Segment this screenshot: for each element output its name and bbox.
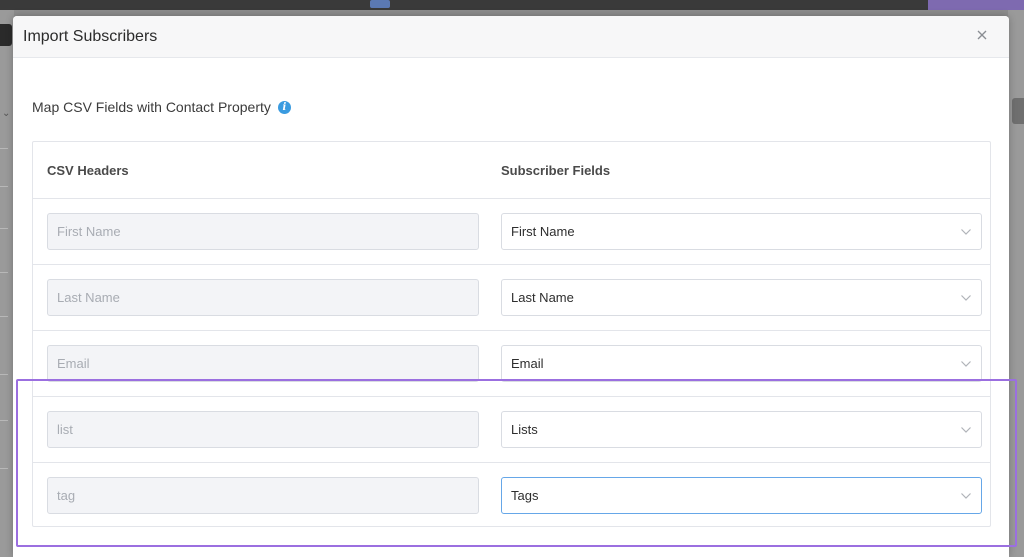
subscriber-field-select-first-name[interactable]: First Name: [501, 213, 982, 250]
subscriber-fields-column-title: Subscriber Fields: [501, 163, 611, 178]
background-divider: [0, 272, 8, 273]
table-header: CSV Headers Subscriber Fields: [33, 142, 990, 199]
csv-header-input-last-name[interactable]: [47, 279, 479, 316]
close-button[interactable]: [975, 28, 989, 42]
subscriber-field-select-last-name[interactable]: Last Name: [501, 279, 982, 316]
section-title: Map CSV Fields with Contact Property i: [32, 99, 291, 115]
background-chip: [370, 0, 390, 8]
background-right-panel: [1008, 10, 1024, 557]
csv-header-input-list[interactable]: [47, 411, 479, 448]
table-row: Tags: [33, 463, 990, 529]
background-divider: [0, 316, 8, 317]
background-button: [1012, 98, 1024, 124]
import-subscribers-modal: Import Subscribers Map CSV Fields with C…: [13, 16, 1009, 557]
background-divider: [0, 228, 8, 229]
background-divider: [0, 186, 8, 187]
background-divider: [0, 468, 8, 469]
background-topbar: [0, 0, 1024, 10]
csv-header-input-email[interactable]: [47, 345, 479, 382]
csv-header-input-tag[interactable]: [47, 477, 479, 514]
close-icon: [977, 30, 987, 40]
chevron-down-icon: [961, 492, 971, 499]
modal-header: Import Subscribers: [13, 16, 1009, 58]
subscriber-field-select-email[interactable]: Email: [501, 345, 982, 382]
background-divider: [0, 374, 8, 375]
csv-header-input-first-name[interactable]: [47, 213, 479, 250]
select-value: First Name: [511, 224, 575, 239]
select-value: Lists: [511, 422, 538, 437]
field-mapping-table: CSV Headers Subscriber Fields First Name…: [32, 141, 991, 527]
table-row: Email: [33, 331, 990, 397]
info-icon[interactable]: i: [277, 100, 291, 114]
chevron-down-icon: [961, 360, 971, 367]
chevron-down-icon: [961, 228, 971, 235]
background-divider: [0, 420, 8, 421]
subscriber-field-select-lists[interactable]: Lists: [501, 411, 982, 448]
csv-headers-column-title: CSV Headers: [47, 163, 129, 178]
modal-title: Import Subscribers: [23, 28, 158, 45]
table-row: Lists: [33, 397, 990, 463]
subscriber-field-select-tags[interactable]: Tags: [501, 477, 982, 514]
table-row: First Name: [33, 199, 990, 265]
background-caret-icon: ⌄: [2, 108, 11, 119]
background-sidebar: ⌄: [0, 10, 14, 557]
background-accent: [928, 0, 1024, 10]
section-title-text: Map CSV Fields with Contact Property: [32, 99, 271, 115]
background-divider: [0, 148, 8, 149]
select-value: Email: [511, 356, 544, 371]
chevron-down-icon: [961, 426, 971, 433]
chevron-down-icon: [961, 294, 971, 301]
background-logo: [0, 24, 12, 46]
select-value: Last Name: [511, 290, 574, 305]
table-row: Last Name: [33, 265, 990, 331]
select-value: Tags: [511, 488, 539, 503]
